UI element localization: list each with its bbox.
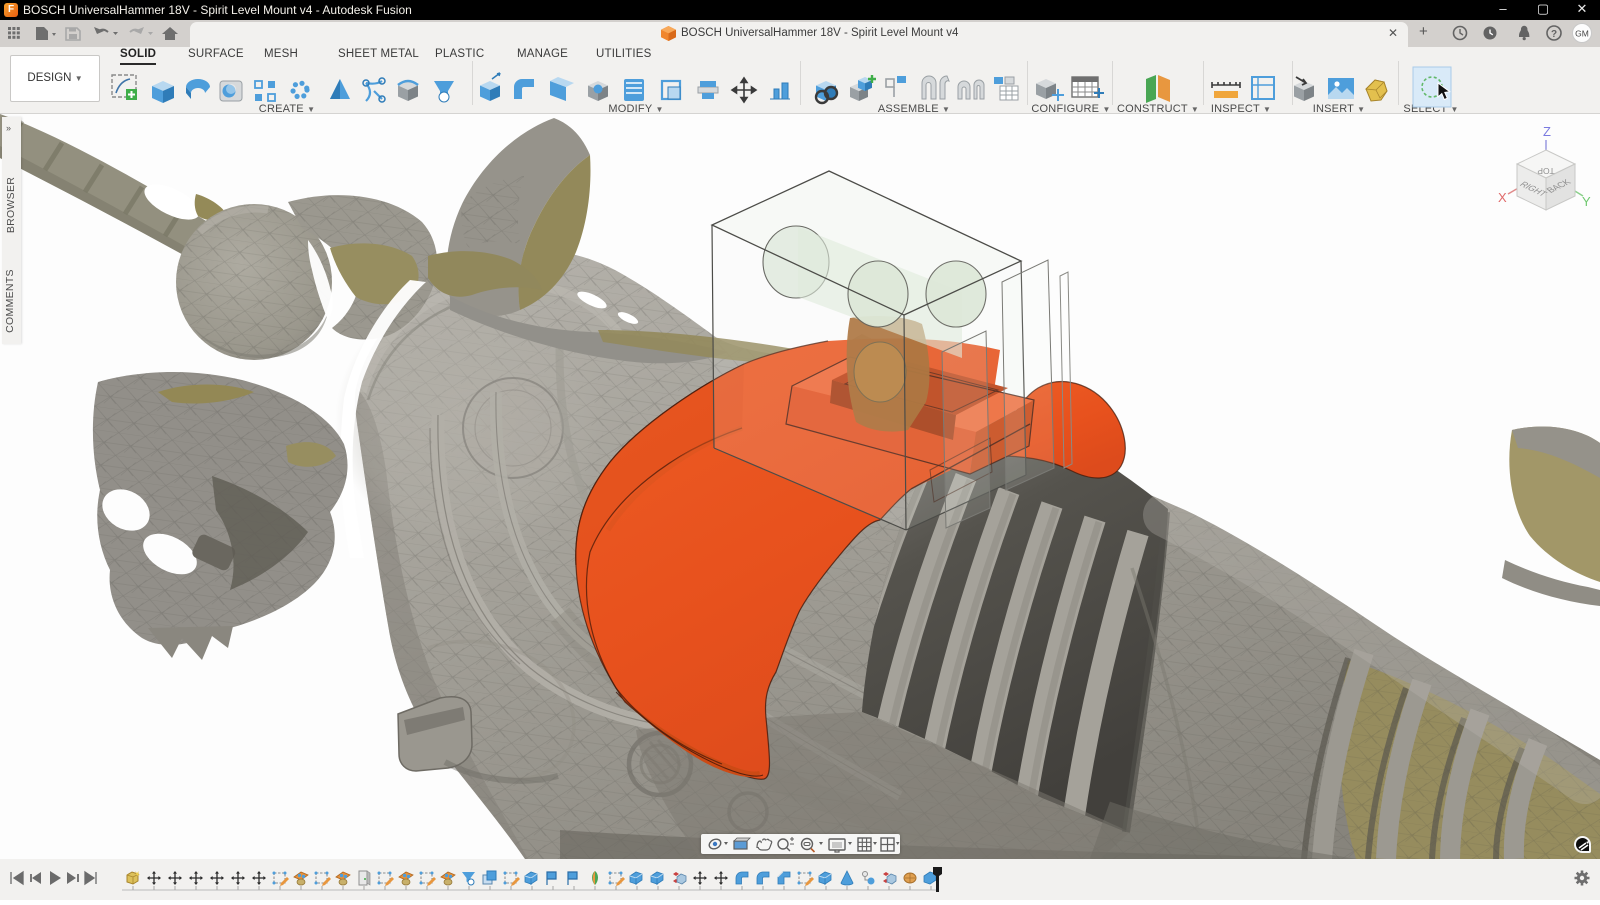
svg-text:?: ? (1551, 29, 1557, 40)
svg-text:Y: Y (1582, 194, 1591, 209)
svg-text:TOP: TOP (1537, 166, 1555, 176)
svg-text:GM: GM (1575, 29, 1589, 39)
svg-text:Z: Z (1543, 124, 1551, 139)
svg-text:X: X (1498, 190, 1507, 205)
